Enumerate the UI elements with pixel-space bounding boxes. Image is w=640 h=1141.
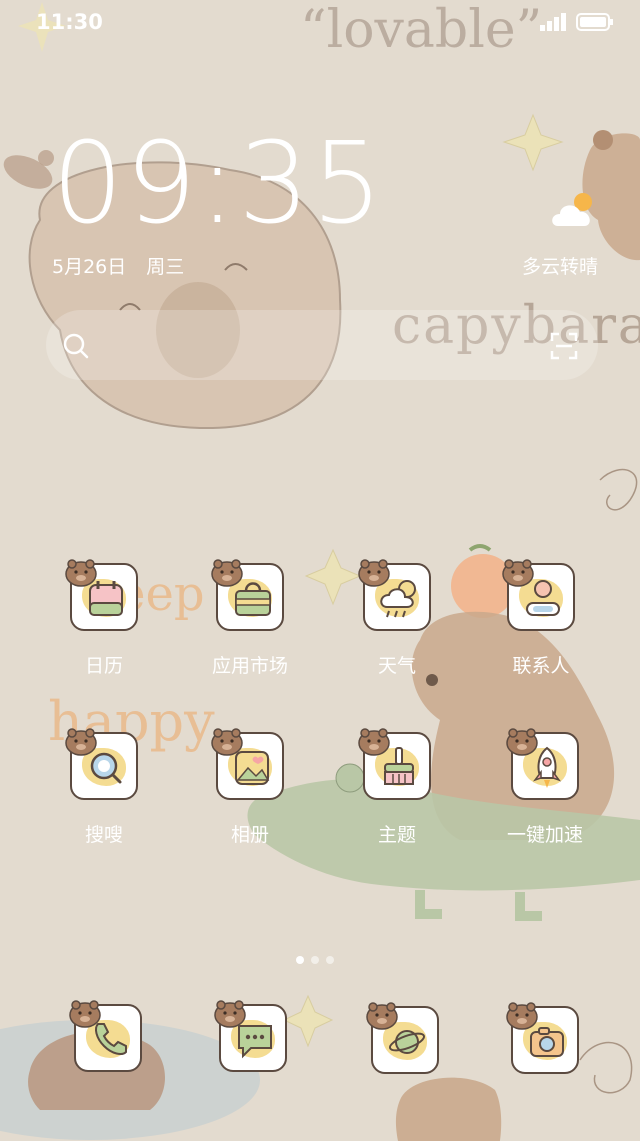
- app-store[interactable]: 应用市场: [190, 559, 310, 678]
- page-indicator[interactable]: [296, 956, 334, 964]
- app-label: 天气: [377, 655, 416, 677]
- wallpaper-text-lovable: “lovable”: [300, 0, 543, 60]
- weekday-text: 周三: [146, 256, 185, 278]
- capybara-sticker-icon: [502, 559, 534, 587]
- app-label: 一键加速: [506, 824, 583, 846]
- app-label: 相册: [230, 824, 269, 846]
- capybara-sticker-icon: [358, 728, 390, 756]
- status-time: 11:30: [36, 10, 103, 34]
- app-calendar[interactable]: 日历: [44, 559, 164, 678]
- app-weather[interactable]: 天气: [337, 559, 457, 678]
- cloud-sun-icon[interactable]: [548, 188, 600, 232]
- app-tile[interactable]: [502, 559, 575, 631]
- capybara-sticker-icon: [506, 1002, 538, 1030]
- app-tile[interactable]: [211, 559, 284, 631]
- app-tile[interactable]: [65, 728, 138, 800]
- capybara-sticker-icon: [366, 1002, 398, 1030]
- app-sousou[interactable]: 搜嗖: [44, 728, 164, 847]
- weather-text[interactable]: 多云转晴: [522, 252, 598, 279]
- app-tile[interactable]: [506, 1002, 579, 1074]
- search-icon: [63, 333, 89, 359]
- app-label: 主题: [377, 824, 416, 846]
- app-tile[interactable]: [358, 559, 431, 631]
- app-label: 搜嗖: [84, 824, 123, 846]
- status-indicators: [540, 12, 614, 32]
- capybara-sticker-icon: [65, 728, 97, 756]
- capybara-sticker-icon: [214, 1000, 246, 1028]
- app-contacts[interactable]: 联系人: [481, 559, 601, 678]
- app-gallery[interactable]: 相册: [190, 728, 310, 847]
- app-tile[interactable]: [69, 1000, 142, 1072]
- search-bar[interactable]: [46, 310, 598, 380]
- date-text: 5月26日: [52, 256, 127, 278]
- app-label: 日历: [84, 655, 123, 677]
- app-tile[interactable]: [506, 728, 579, 800]
- capybara-sticker-icon: [506, 728, 538, 756]
- capybara-sticker-icon: [65, 559, 97, 587]
- signal-icon: [540, 13, 566, 31]
- app-tile[interactable]: [358, 728, 431, 800]
- app-tile[interactable]: [211, 728, 284, 800]
- dock-phone[interactable]: [48, 1000, 168, 1072]
- page-dot-active[interactable]: [296, 956, 304, 964]
- app-tile[interactable]: [366, 1002, 439, 1074]
- app-tile[interactable]: [65, 559, 138, 631]
- page-dot[interactable]: [311, 956, 319, 964]
- capybara-sticker-icon: [211, 559, 243, 587]
- home-screen: “lovable” capybara keep happy 11:30 09:3…: [0, 0, 640, 1141]
- capybara-sticker-icon: [69, 1000, 101, 1028]
- app-themes[interactable]: 主题: [337, 728, 457, 847]
- dock-browser[interactable]: [345, 1002, 465, 1074]
- clock-time[interactable]: 09:35: [52, 128, 385, 240]
- capybara-sticker-icon: [358, 559, 390, 587]
- scan-icon[interactable]: [550, 332, 578, 360]
- date-line: 5月26日 周三: [52, 252, 184, 279]
- page-dot[interactable]: [326, 956, 334, 964]
- app-label: 应用市场: [211, 655, 288, 677]
- dock-camera[interactable]: [485, 1002, 605, 1074]
- app-tile[interactable]: [214, 1000, 287, 1072]
- app-label: 联系人: [512, 655, 570, 677]
- capybara-sticker-icon: [211, 728, 243, 756]
- app-booster[interactable]: 一键加速: [485, 728, 605, 847]
- battery-icon: [576, 13, 613, 31]
- dock-messages[interactable]: [193, 1000, 313, 1072]
